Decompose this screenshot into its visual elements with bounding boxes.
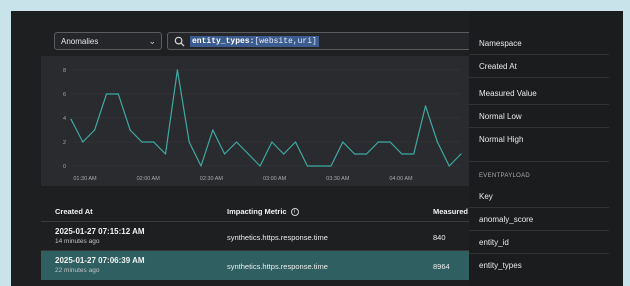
field-label: Created At xyxy=(479,62,517,71)
data-point xyxy=(318,165,320,167)
data-point xyxy=(401,153,403,155)
detail-field-normal-high: Normal High xyxy=(469,127,609,151)
data-point xyxy=(389,141,391,143)
y-tick-label: 2 xyxy=(63,140,66,146)
data-point xyxy=(117,93,119,95)
data-point xyxy=(188,141,190,143)
data-point xyxy=(200,165,202,167)
data-point xyxy=(224,153,226,155)
metric-cell: synthetics.https.response.time xyxy=(227,233,328,242)
table-header: Created At Impacting Metric i Measured xyxy=(41,200,469,222)
timestamp: 2025-01-27 07:06:39 AM xyxy=(55,256,145,265)
data-point xyxy=(164,153,167,155)
y-tick-label: 6 xyxy=(63,92,66,98)
data-point xyxy=(247,153,249,155)
section-heading: EVENTPAYLOAD xyxy=(479,173,531,179)
data-point xyxy=(436,141,438,143)
field-label: entity_id xyxy=(479,238,509,247)
data-point xyxy=(377,141,379,143)
field-label: Measured Value xyxy=(479,89,537,98)
event-type-dropdown[interactable]: Anomalies ⌄ xyxy=(54,32,162,50)
created-at-cell: 2025-01-27 07:15:12 AM 14 minutes ago xyxy=(55,227,145,245)
x-tick-label: 04:00 AM xyxy=(389,176,413,182)
table-row[interactable]: 2025-01-27 07:15:12 AM 14 minutes ago sy… xyxy=(41,222,469,251)
details-panel: Namespace Created At Measured Value Norm… xyxy=(469,11,623,286)
data-point xyxy=(460,153,462,155)
y-tick-label: 8 xyxy=(63,68,66,74)
data-point xyxy=(271,141,273,143)
chevron-down-icon: ⌄ xyxy=(148,35,156,46)
measured-cell: 840 xyxy=(433,233,446,242)
data-point xyxy=(283,153,285,155)
field-label: Key xyxy=(479,192,493,201)
payload-field-entity-types: entity_types xyxy=(469,253,609,277)
x-tick-label: 02:00 AM xyxy=(137,176,161,182)
data-point xyxy=(259,165,261,167)
column-header-impacting-metric[interactable]: Impacting Metric i xyxy=(227,207,299,216)
field-label: anomaly_score xyxy=(479,215,534,224)
relative-time: 14 minutes ago xyxy=(55,238,100,245)
data-point xyxy=(176,69,178,71)
payload-field-entity-id: entity_id xyxy=(469,230,609,254)
data-point xyxy=(365,153,368,155)
info-icon[interactable]: i xyxy=(290,207,299,216)
payload-field-anomaly-score: anomaly_score xyxy=(469,207,609,231)
data-point xyxy=(153,141,155,143)
data-point xyxy=(105,93,108,95)
data-point xyxy=(330,165,332,167)
data-point xyxy=(448,165,450,167)
query-value: [website,uri] xyxy=(254,36,317,46)
data-point xyxy=(306,165,308,167)
detail-field-measured-value: Measured Value xyxy=(469,81,609,105)
data-point xyxy=(235,141,238,143)
payload-field-key: Key xyxy=(469,184,609,208)
y-tick-label: 0 xyxy=(63,164,66,170)
data-point xyxy=(342,141,344,143)
y-tick-label: 4 xyxy=(63,116,66,122)
app-screen: Anomalies ⌄ entity_types:[website,uri] 0… xyxy=(11,11,623,286)
data-point xyxy=(70,118,72,120)
data-point xyxy=(424,105,427,107)
column-label: Measured xyxy=(433,207,469,216)
column-label: Created At xyxy=(55,207,93,216)
measured-cell: 8964 xyxy=(433,262,450,271)
field-label: entity_types xyxy=(479,261,522,270)
dropdown-value: Anomalies xyxy=(61,36,99,46)
data-point xyxy=(82,141,84,143)
detail-field-namespace: Namespace xyxy=(469,31,609,55)
table-row-selected[interactable]: 2025-01-27 07:06:39 AM 22 minutes ago sy… xyxy=(41,251,469,280)
data-point xyxy=(212,129,214,131)
x-tick-label: 03:30 AM xyxy=(326,176,350,182)
x-tick-label: 02:30 AM xyxy=(200,176,224,182)
data-point xyxy=(413,153,415,155)
data-point xyxy=(141,141,143,143)
search-icon xyxy=(174,36,185,47)
field-label: Normal High xyxy=(479,135,524,144)
data-point xyxy=(129,129,131,131)
data-point xyxy=(354,153,356,155)
data-point xyxy=(94,129,96,131)
anomaly-line-chart: 0 2 4 6 8 01:30 AM 02:00 AM 02:30 AM 03:00 AM 03:… xyxy=(63,68,462,182)
field-label: Normal Low xyxy=(479,112,522,121)
main-panel: Anomalies ⌄ entity_types:[website,uri] 0… xyxy=(11,11,477,286)
column-label: Impacting Metric xyxy=(227,207,287,216)
data-point xyxy=(294,141,297,143)
metric-cell: synthetics.https.response.time xyxy=(227,262,328,271)
created-at-cell: 2025-01-27 07:06:39 AM 22 minutes ago xyxy=(55,256,145,274)
column-header-measured[interactable]: Measured xyxy=(433,207,468,216)
anomaly-chart: 0 2 4 6 8 01:30 AM 02:00 AM 02:30 AM 03:00 AM 03:… xyxy=(41,56,469,186)
detail-field-created-at: Created At xyxy=(469,54,609,78)
query-input[interactable]: entity_types:[website,uri] xyxy=(167,32,477,50)
x-tick-label: 01:30 AM xyxy=(73,176,97,182)
column-header-created-at[interactable]: Created At xyxy=(55,207,93,216)
x-tick-label: 03:00 AM xyxy=(263,176,287,182)
timestamp: 2025-01-27 07:15:12 AM xyxy=(55,227,145,236)
relative-time: 22 minutes ago xyxy=(55,267,100,274)
query-key: entity_types: xyxy=(192,36,255,46)
anomaly-table: Created At Impacting Metric i Measured 20… xyxy=(41,200,469,280)
query-text: entity_types:[website,uri] xyxy=(190,35,319,47)
field-label: Namespace xyxy=(479,39,522,48)
detail-field-normal-low: Normal Low xyxy=(469,104,609,128)
divider xyxy=(469,161,609,162)
